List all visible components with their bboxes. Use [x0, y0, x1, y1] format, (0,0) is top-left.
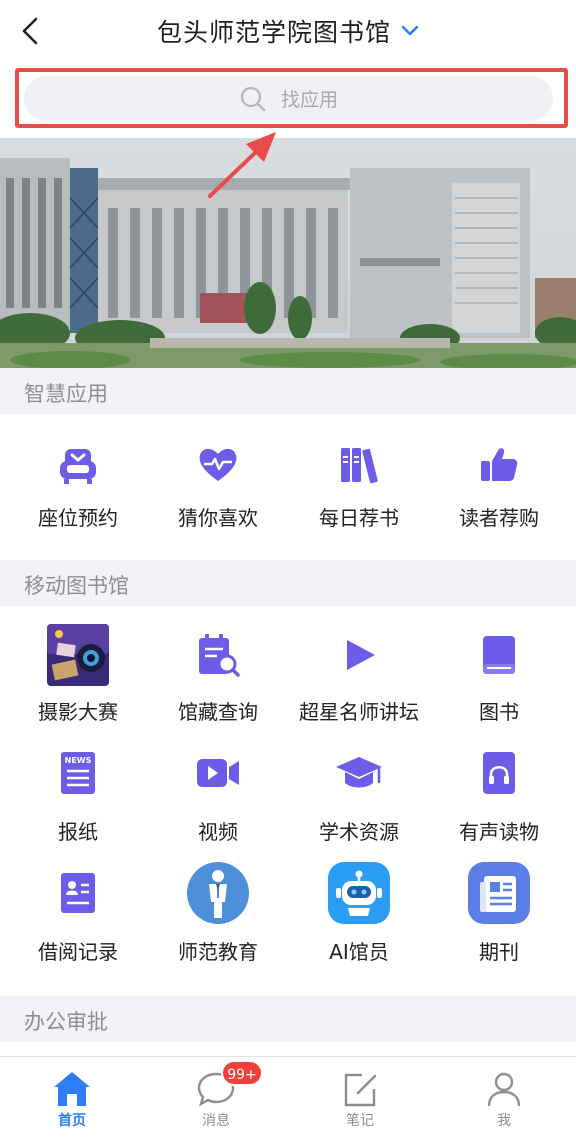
user-icon	[487, 1072, 521, 1107]
video-camera-icon	[187, 742, 249, 804]
office-approval-grid	[0, 1042, 576, 1056]
app-label: 师范教育	[178, 940, 258, 964]
app-label: AI馆员	[329, 940, 389, 964]
app-label: 图书	[479, 700, 519, 724]
search-placeholder: 找应用	[280, 89, 338, 111]
thumbs-up-icon	[468, 434, 530, 496]
note-edit-icon	[344, 1073, 377, 1107]
library-building-banner[interactable]	[0, 138, 576, 368]
tab-label: 我	[497, 1113, 511, 1129]
journal-icon	[468, 862, 530, 924]
photo-contest-thumbnail	[47, 624, 109, 686]
section-header-office-approval: 办公审批	[0, 996, 576, 1042]
smart-apps-grid: 座位预约 猜你喜欢 每日荐书 读者荐购	[0, 414, 576, 560]
app-label: 馆藏查询	[178, 700, 258, 724]
top-bar: 包头师范学院图书馆	[0, 0, 576, 62]
tab-notes[interactable]: 笔记	[288, 1057, 432, 1146]
app-label: 借阅记录	[38, 940, 118, 964]
page-title: 包头师范学院图书馆	[156, 18, 391, 47]
app-label: 猜你喜欢	[178, 506, 258, 530]
app-screen: 包头师范学院图书馆 找应用 智慧应用 座位预约 猜你喜欢 每日荐书 读者荐购 移…	[0, 0, 576, 1146]
app-label: 有声读物	[459, 820, 539, 844]
borrow-record-icon	[47, 862, 109, 924]
catalog-search-icon	[187, 624, 249, 686]
tab-label: 消息	[202, 1113, 230, 1129]
app-label: 期刊	[479, 940, 519, 964]
app-label: 摄影大赛	[38, 700, 118, 724]
robot-icon	[328, 862, 390, 924]
message-count-badge: 99+	[221, 1060, 263, 1086]
search-area: 找应用	[0, 62, 576, 138]
newspaper-icon-label: NEWS	[65, 756, 92, 765]
home-icon	[54, 1072, 90, 1106]
tab-messages[interactable]: 消息	[144, 1057, 288, 1146]
section-title: 移动图书馆	[24, 574, 129, 598]
graduation-cap-icon	[328, 742, 390, 804]
app-label: 视频	[198, 820, 238, 844]
book-icon	[468, 624, 530, 686]
section-header-smart-apps: 智慧应用	[0, 368, 576, 414]
newspaper-icon: NEWS	[47, 742, 109, 804]
bookshelf-icon	[328, 434, 390, 496]
tab-me[interactable]: 我	[432, 1057, 576, 1146]
library-selector[interactable]: 包头师范学院图书馆	[0, 14, 576, 48]
mobile-library-grid: 摄影大赛 馆藏查询 超星名师讲坛 图书 NEWS 报纸 视频 学术资源 有声读物…	[0, 606, 576, 996]
heart-icon	[187, 434, 249, 496]
tab-home[interactable]: 首页	[0, 1057, 144, 1146]
app-label: 报纸	[58, 820, 98, 844]
search-icon	[240, 86, 266, 111]
app-label: 每日荐书	[319, 506, 399, 530]
tab-label: 首页	[58, 1113, 86, 1129]
audiobook-icon	[468, 742, 530, 804]
app-label: 座位预约	[38, 506, 118, 530]
section-title: 办公审批	[24, 1010, 108, 1034]
seat-reservation-icon	[47, 434, 109, 496]
play-icon	[328, 624, 390, 686]
section-header-mobile-library: 移动图书馆	[0, 560, 576, 606]
tab-label: 笔记	[346, 1113, 374, 1129]
banner-image	[0, 138, 576, 368]
app-label: 读者荐购	[459, 506, 539, 530]
app-label: 超星名师讲坛	[299, 700, 419, 724]
section-title: 智慧应用	[24, 382, 108, 406]
app-label: 学术资源	[319, 820, 399, 844]
chevron-down-icon	[401, 25, 419, 36]
search-input[interactable]: 找应用	[24, 76, 553, 121]
teacher-figure-icon	[187, 862, 249, 924]
bottom-tab-bar: 首页 消息 笔记 我	[0, 1056, 576, 1146]
